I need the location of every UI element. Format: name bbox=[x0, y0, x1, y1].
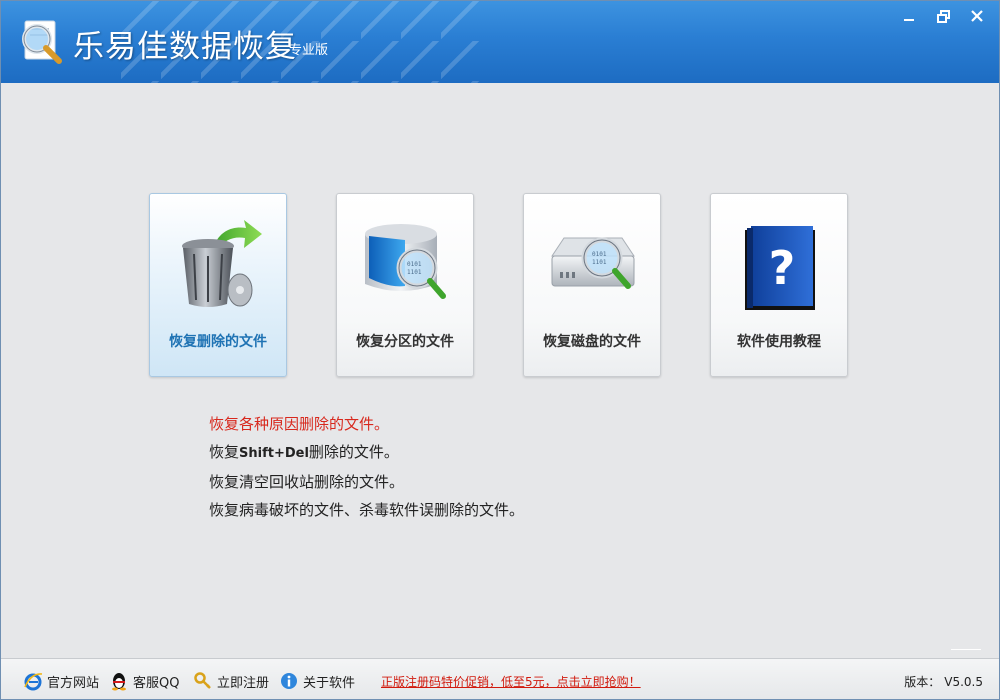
status-bar: 官方网站 客服QQ 立即注册 关于软件 正版注册码特价促销，低至5元，点击立即抢… bbox=[1, 658, 999, 699]
official-site-link[interactable]: 官方网站 bbox=[23, 671, 99, 691]
title-bar: 乐易佳数据恢复 专业版 bbox=[1, 1, 999, 83]
app-window: 乐易佳数据恢复 专业版 恢复删除的文件 0101 1101 恢复分区的文件 01… bbox=[0, 0, 1000, 700]
card-label: 软件使用教程 bbox=[737, 334, 821, 350]
ie-icon bbox=[24, 673, 43, 691]
restore-icon bbox=[936, 9, 950, 23]
divider bbox=[951, 649, 981, 650]
promo-link[interactable]: 正版注册码特价促销，低至5元，点击立即抢购！ bbox=[381, 673, 641, 690]
disk-search-icon: 0101 1101 bbox=[551, 237, 635, 289]
close-icon bbox=[971, 10, 983, 22]
minimize-button[interactable] bbox=[895, 5, 923, 27]
app-edition: 专业版 bbox=[289, 43, 329, 58]
svg-text:1101: 1101 bbox=[592, 259, 607, 266]
partition-search-icon: 0101 1101 bbox=[365, 224, 446, 299]
recycle-bin-icon bbox=[182, 220, 262, 307]
description-bold: Shift+Del bbox=[239, 446, 309, 461]
link-label: 立即注册 bbox=[217, 675, 270, 691]
version-value: V5.0.5 bbox=[944, 675, 983, 689]
link-label: 官方网站 bbox=[47, 675, 100, 691]
support-qq-link[interactable]: 客服QQ bbox=[109, 671, 179, 691]
card-recover-partition[interactable]: 0101 1101 恢复分区的文件 bbox=[336, 193, 474, 377]
function-cards: 恢复删除的文件 0101 1101 恢复分区的文件 0101 1101 恢复磁盘… bbox=[149, 193, 849, 377]
card-recover-disk[interactable]: 0101 1101 恢复磁盘的文件 bbox=[523, 193, 661, 377]
version-label: 版本： bbox=[904, 675, 941, 689]
svg-text:?: ? bbox=[769, 241, 796, 295]
svg-text:1101: 1101 bbox=[407, 269, 422, 276]
card-label: 恢复删除的文件 bbox=[169, 334, 267, 350]
minimize-icon bbox=[904, 19, 914, 21]
description-line: 恢复Shift+Del删除的文件。 bbox=[209, 438, 524, 468]
svg-text:0101: 0101 bbox=[407, 261, 422, 268]
card-tutorial[interactable]: ? 软件使用教程 bbox=[710, 193, 848, 377]
info-icon bbox=[281, 673, 297, 689]
register-link[interactable]: 立即注册 bbox=[193, 671, 269, 691]
feature-description: 恢复各种原因删除的文件。 恢复Shift+Del删除的文件。 恢复清空回收站删除… bbox=[209, 410, 524, 524]
svg-text:0101: 0101 bbox=[592, 251, 607, 258]
restore-button[interactable] bbox=[929, 5, 957, 27]
close-button[interactable] bbox=[963, 5, 991, 27]
app-title: 乐易佳数据恢复 bbox=[73, 29, 297, 65]
card-label: 恢复磁盘的文件 bbox=[543, 334, 641, 350]
qq-penguin-icon bbox=[112, 673, 126, 691]
link-label: 关于软件 bbox=[303, 675, 356, 691]
about-link[interactable]: 关于软件 bbox=[279, 671, 355, 691]
window-controls bbox=[895, 5, 991, 27]
description-text: 删除的文件。 bbox=[308, 443, 399, 461]
card-label: 恢复分区的文件 bbox=[356, 334, 454, 350]
card-recover-deleted[interactable]: 恢复删除的文件 bbox=[149, 193, 287, 377]
help-book-icon: ? bbox=[745, 226, 815, 310]
version-info: 版本： V5.0.5 bbox=[900, 673, 983, 690]
description-highlight: 恢复各种原因删除的文件。 bbox=[209, 415, 390, 433]
app-logo-icon bbox=[22, 20, 62, 64]
description-line: 恢复清空回收站删除的文件。 bbox=[209, 473, 405, 491]
description-line: 恢复病毒破坏的文件、杀毒软件误删除的文件。 bbox=[209, 501, 525, 519]
key-icon bbox=[194, 672, 211, 689]
link-label: 客服QQ bbox=[133, 675, 180, 691]
description-text: 恢复 bbox=[209, 443, 240, 461]
